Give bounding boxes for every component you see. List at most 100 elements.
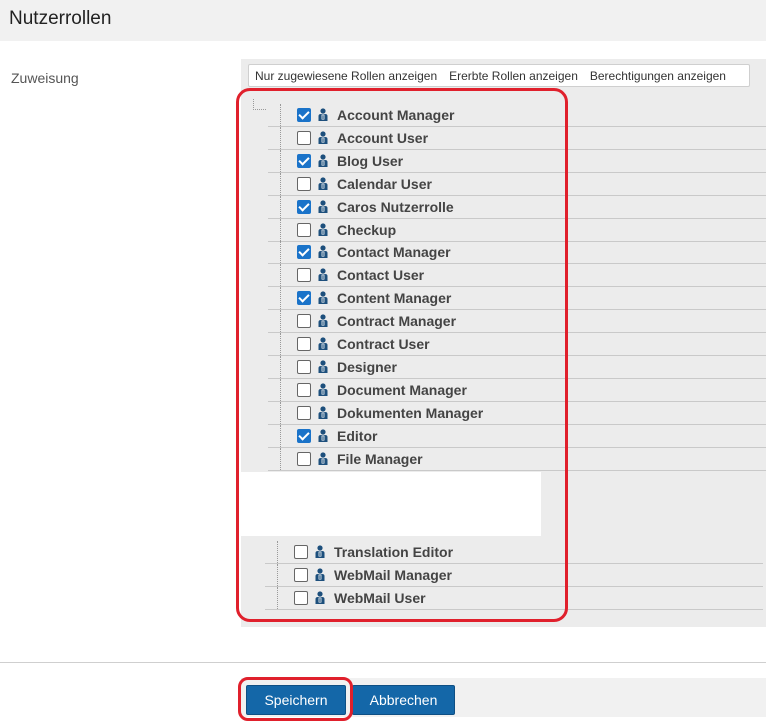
role-checkbox-webmail-manager[interactable] [294,568,308,582]
show-permissions-button[interactable]: Berechtigungen anzeigen [584,69,732,83]
role-checkbox-calendar-user[interactable] [297,176,311,191]
page-title: Nutzerrollen [9,8,112,29]
show-assigned-roles-button[interactable]: Nur zugewiesene Rollen anzeigen [249,69,443,83]
role-row-account-user: Account User [268,126,766,150]
role-label[interactable]: Calendar User [337,176,432,192]
tree-connector [280,401,281,424]
role-checkbox-content-manager[interactable] [297,291,311,306]
list-scroll-gap [241,472,541,536]
role-row-contact-manager: Contact Manager [268,241,766,265]
role-row-contract-user: Contract User [268,333,766,356]
role-tree-toolbar: Nur zugewiesene Rollen anzeigen Ererbte … [248,64,750,87]
role-user-icon [314,568,326,582]
role-label[interactable]: WebMail Manager [334,567,452,583]
role-checkbox-account-user[interactable] [297,130,311,145]
tree-connector [280,310,281,333]
tree-connector [280,126,281,149]
role-row-contract-manager: Contract Manager [268,310,766,334]
role-row-checkup: Checkup [268,218,766,242]
role-row-translation-editor: Translation Editor [265,541,763,564]
role-label[interactable]: Content Manager [337,290,451,306]
tree-connector [280,287,281,310]
role-user-icon [314,545,326,559]
role-row-webmail-user: WebMail User [265,587,763,610]
role-label[interactable]: Designer [337,359,397,375]
tree-connector [280,172,281,195]
role-checkbox-editor[interactable] [297,428,311,443]
role-row-webmail-manager: WebMail Manager [265,564,763,587]
role-checkbox-webmail-user[interactable] [294,591,308,605]
role-label[interactable]: File Manager [337,451,423,467]
role-label[interactable]: Blog User [337,153,403,169]
role-user-icon [314,591,326,605]
footer-divider [0,662,766,663]
role-checkbox-document-manager[interactable] [297,382,311,397]
role-user-icon [317,337,329,351]
role-checkbox-contact-manager[interactable] [297,245,311,260]
tree-connector [277,564,278,586]
role-checkbox-dokumenten-manager[interactable] [297,405,311,420]
role-checkbox-account-manager[interactable] [297,108,311,122]
role-user-icon [317,291,329,305]
role-row-blog-user: Blog User [268,149,766,173]
role-row-file-manager: File Manager [268,447,766,471]
role-label[interactable]: Editor [337,428,377,444]
role-row-document-manager: Document Manager [268,378,766,402]
role-label[interactable]: Contract User [337,336,430,352]
role-user-icon [317,383,329,397]
role-row-editor: Editor [268,424,766,448]
role-user-icon [317,360,329,374]
role-user-icon [317,131,329,145]
tree-connector [280,149,281,172]
role-user-icon [317,314,329,328]
role-label[interactable]: Caros Nutzerrolle [337,199,454,215]
role-user-icon [317,154,329,168]
tree-connector [280,355,281,378]
role-user-icon [317,406,329,420]
assignment-label: Zuweisung [11,70,79,86]
tree-connector [280,333,281,355]
tree-connector [280,447,281,470]
role-label[interactable]: Account User [337,130,428,146]
role-row-contact-user: Contact User [268,264,766,288]
tree-connector [280,424,281,447]
role-checkbox-contract-manager[interactable] [297,314,311,329]
cancel-button[interactable]: Abbrechen [352,685,455,715]
tree-connector [280,378,281,401]
tree-connector [277,587,278,609]
tree-connector [280,195,281,218]
role-label[interactable]: Contact User [337,267,424,283]
role-label[interactable]: Contract Manager [337,313,456,329]
tree-connector [280,241,281,264]
tree-root-connector [253,99,266,110]
role-label[interactable]: Account Manager [337,107,454,123]
tree-connector [280,104,281,126]
role-user-icon [317,177,329,191]
tree-connector [280,218,281,241]
role-user-icon [317,222,329,237]
role-label[interactable]: Contact Manager [337,244,451,260]
role-row-account-manager: Account Manager [268,104,766,127]
role-checkbox-contact-user[interactable] [297,268,311,283]
role-checkbox-translation-editor[interactable] [294,545,308,559]
role-label[interactable]: Translation Editor [334,544,453,560]
role-checkbox-contract-user[interactable] [297,337,311,351]
role-checkbox-caros-nutzerrolle[interactable] [297,199,311,214]
save-button[interactable]: Speichern [246,685,346,715]
role-label[interactable]: Checkup [337,222,396,238]
role-label[interactable]: WebMail User [334,590,426,606]
tree-connector [280,264,281,287]
role-user-icon [317,199,329,214]
show-inherited-roles-button[interactable]: Ererbte Rollen anzeigen [443,69,584,83]
role-user-icon [317,451,329,466]
role-checkbox-blog-user[interactable] [297,153,311,168]
role-checkbox-designer[interactable] [297,359,311,374]
role-row-designer: Designer [268,355,766,379]
role-checkbox-checkup[interactable] [297,222,311,237]
page-header: Nutzerrollen [0,0,766,41]
role-row-calendar-user: Calendar User [268,172,766,196]
role-label[interactable]: Dokumenten Manager [337,405,483,421]
role-checkbox-file-manager[interactable] [297,451,311,466]
role-row-dokumenten-manager: Dokumenten Manager [268,401,766,425]
role-label[interactable]: Document Manager [337,382,467,398]
